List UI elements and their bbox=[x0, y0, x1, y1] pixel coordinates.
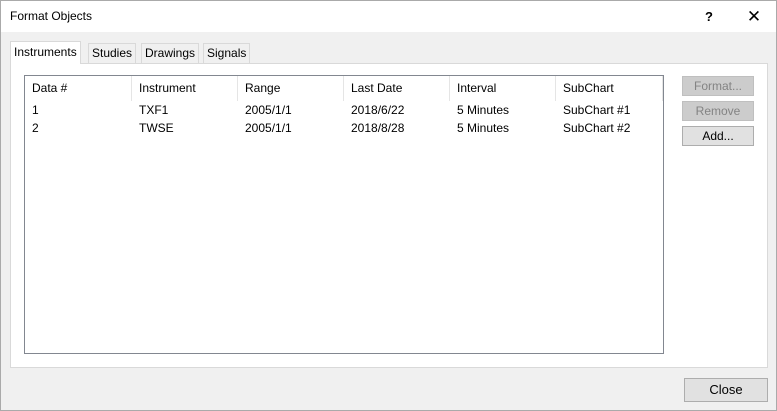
cell-interval: 5 Minutes bbox=[457, 121, 510, 135]
tab-drawings[interactable]: Drawings bbox=[141, 43, 200, 63]
table-row[interactable]: 1 TXF1 2005/1/1 2018/6/22 5 Minutes SubC… bbox=[25, 101, 663, 119]
cell-subchart: SubChart #1 bbox=[563, 103, 631, 117]
help-button[interactable]: ? bbox=[689, 1, 729, 32]
add-button[interactable]: Add... bbox=[682, 126, 754, 146]
tab-instruments[interactable]: Instruments bbox=[10, 41, 81, 64]
format-objects-dialog: Format Objects ? ✕ Instruments Studies D… bbox=[0, 0, 777, 411]
column-header-instrument[interactable]: Instrument bbox=[132, 76, 238, 101]
cell-range: 2005/1/1 bbox=[245, 103, 292, 117]
close-button[interactable]: Close bbox=[684, 378, 768, 402]
remove-button[interactable]: Remove bbox=[682, 101, 754, 121]
column-header-range[interactable]: Range bbox=[238, 76, 344, 101]
close-window-icon[interactable]: ✕ bbox=[734, 1, 774, 32]
format-button[interactable]: Format... bbox=[682, 76, 754, 96]
cell-data-number: 1 bbox=[32, 103, 39, 117]
table-row[interactable]: 2 TWSE 2005/1/1 2018/8/28 5 Minutes SubC… bbox=[25, 119, 663, 137]
column-header-last-date[interactable]: Last Date bbox=[344, 76, 450, 101]
column-header-interval[interactable]: Interval bbox=[450, 76, 556, 101]
column-header-subchart[interactable]: SubChart bbox=[556, 76, 663, 101]
cell-data-number: 2 bbox=[32, 121, 39, 135]
instruments-panel: Data # Instrument Range Last Date Interv… bbox=[10, 63, 768, 368]
cell-range: 2005/1/1 bbox=[245, 121, 292, 135]
instruments-list[interactable]: Data # Instrument Range Last Date Interv… bbox=[24, 75, 664, 354]
tab-signals[interactable]: Signals bbox=[203, 43, 251, 63]
dialog-title: Format Objects bbox=[10, 9, 93, 23]
list-header: Data # Instrument Range Last Date Interv… bbox=[25, 76, 663, 101]
cell-instrument: TWSE bbox=[139, 121, 174, 135]
cell-interval: 5 Minutes bbox=[457, 103, 510, 117]
column-header-data-number[interactable]: Data # bbox=[25, 76, 132, 101]
cell-last-date: 2018/8/28 bbox=[351, 121, 405, 135]
cell-subchart: SubChart #2 bbox=[563, 121, 631, 135]
cell-instrument: TXF1 bbox=[139, 103, 169, 117]
cell-last-date: 2018/6/22 bbox=[351, 103, 405, 117]
title-bar: Format Objects ? ✕ bbox=[1, 1, 776, 32]
tab-studies[interactable]: Studies bbox=[88, 43, 137, 63]
